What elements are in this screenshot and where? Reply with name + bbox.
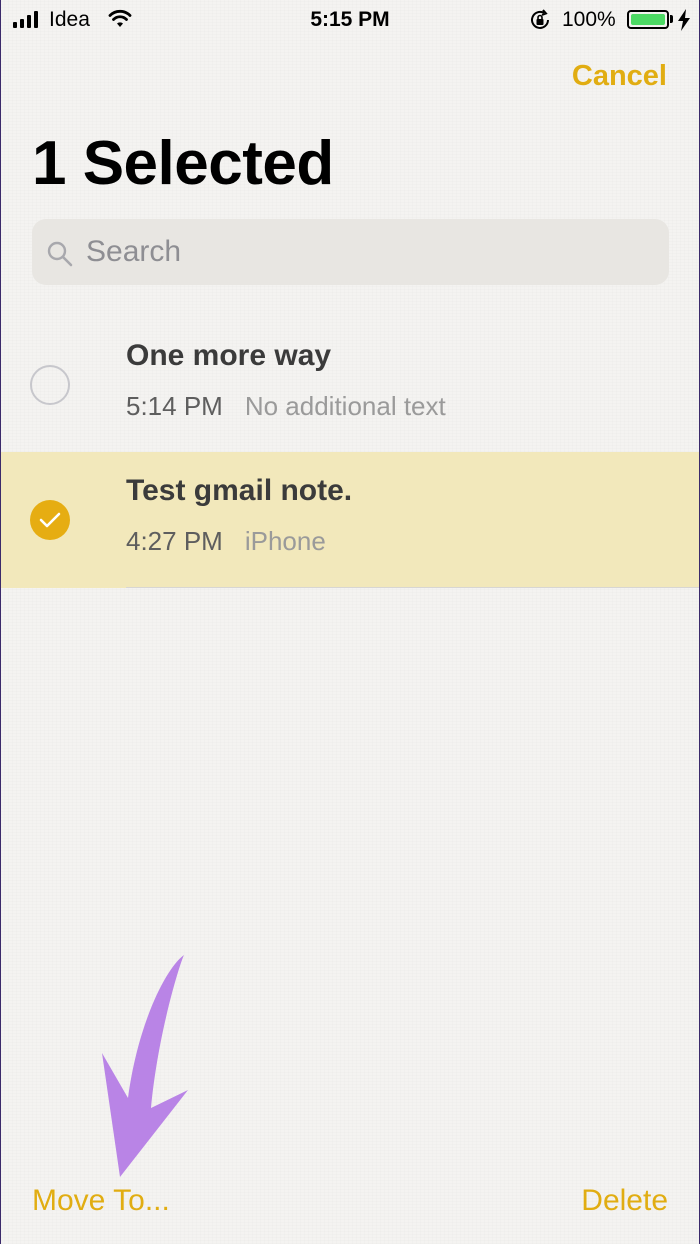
divider (126, 587, 699, 588)
note-row-selected[interactable]: Test gmail note. 4:27 PM iPhone (1, 452, 699, 588)
checkmark-icon (39, 512, 61, 528)
search-input[interactable] (86, 231, 646, 273)
status-bar: Idea 5:15 PM 100% (1, 0, 699, 40)
battery-icon (627, 10, 669, 29)
select-circle-checked[interactable] (30, 500, 70, 540)
battery-nub (670, 15, 673, 23)
battery-level (631, 14, 665, 25)
cancel-button[interactable]: Cancel (572, 60, 667, 93)
rotation-lock-icon (528, 8, 552, 38)
annotation-arrow-icon (102, 955, 188, 1177)
note-title: Test gmail note. (126, 474, 353, 507)
note-meta: 5:14 PM No additional text (126, 391, 446, 422)
select-circle-unchecked[interactable] (30, 365, 70, 405)
note-time: 4:27 PM (126, 526, 223, 556)
note-meta: 4:27 PM iPhone (126, 526, 326, 557)
note-preview: iPhone (244, 526, 326, 556)
charging-bolt-icon (677, 9, 691, 37)
note-row[interactable]: One more way 5:14 PM No additional text (1, 317, 699, 453)
note-preview: No additional text (244, 391, 446, 421)
note-title: One more way (126, 339, 332, 372)
search-bar[interactable] (32, 219, 669, 285)
move-to-button[interactable]: Move To... (32, 1184, 170, 1218)
delete-button[interactable]: Delete (581, 1184, 668, 1218)
page-title: 1 Selected (32, 129, 334, 198)
note-time: 5:14 PM (126, 391, 223, 421)
battery-percent: 100% (562, 8, 616, 31)
